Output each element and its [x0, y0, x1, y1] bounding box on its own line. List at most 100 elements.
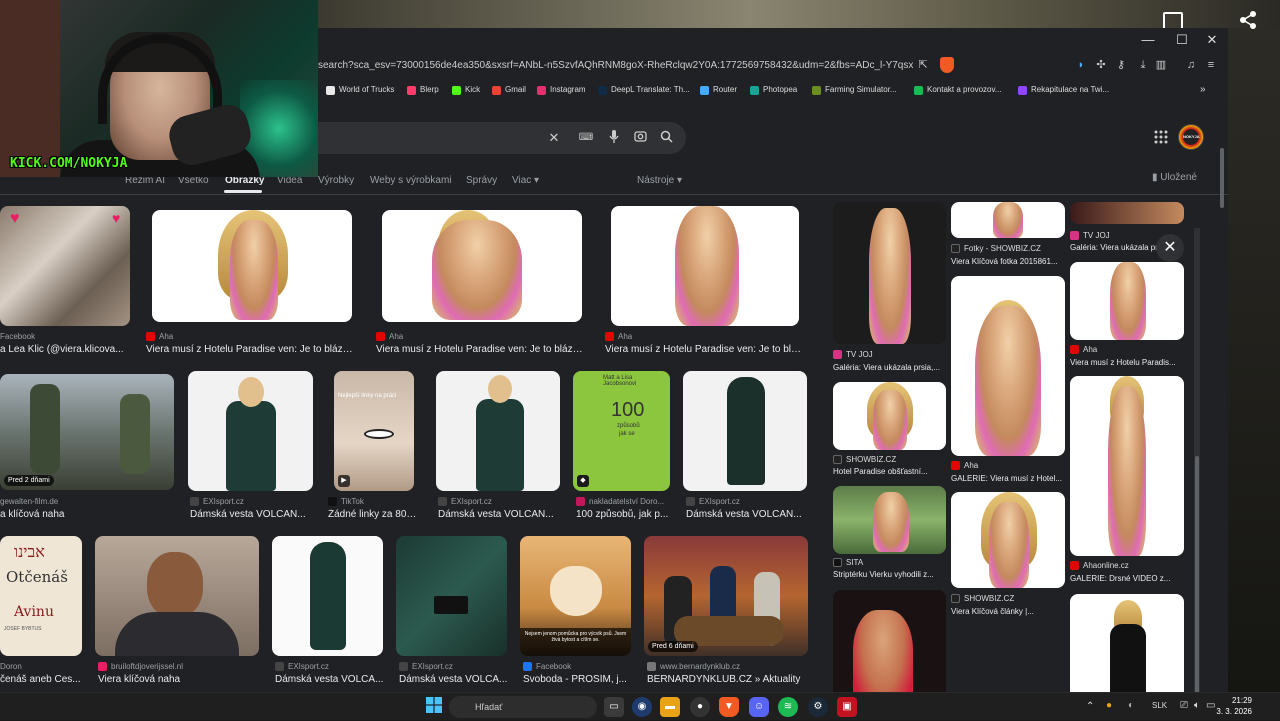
- page-scrollbar-thumb[interactable]: [1220, 148, 1224, 208]
- tab-more[interactable]: Viac ▾: [512, 174, 539, 188]
- menu-icon[interactable]: ≡: [1204, 58, 1218, 72]
- panel-image-2[interactable]: [833, 382, 946, 450]
- app-icon[interactable]: ◉: [632, 697, 652, 717]
- result-title[interactable]: 100 způsobů, jak p...: [576, 509, 672, 520]
- bookmark-deepl[interactable]: DeepL Translate: Th...: [598, 83, 690, 97]
- panel-image-9[interactable]: [1070, 262, 1184, 340]
- brave-browser-icon[interactable]: ▼: [719, 697, 739, 717]
- result-image-4[interactable]: [611, 206, 799, 326]
- share-page-icon[interactable]: ⇱: [916, 58, 930, 72]
- bookmark-kick[interactable]: Kick: [452, 83, 480, 97]
- result-title[interactable]: GALERIE: Drsné VIDEO z...: [1070, 574, 1184, 583]
- result-image-5[interactable]: Pred 2 dňami: [0, 374, 174, 490]
- result-title[interactable]: Viera musí z Hotelu Paradis...: [1070, 358, 1184, 367]
- result-image-6[interactable]: [188, 371, 313, 491]
- taskbar-search[interactable]: Hľadať: [449, 696, 597, 718]
- panel-image-10[interactable]: [1070, 376, 1184, 556]
- result-image-9[interactable]: Matt a Lisa Jacobsonovi 100 způsobů jak …: [573, 371, 670, 491]
- result-image-7[interactable]: Nejlepší linky na práci ▶: [334, 371, 414, 491]
- minimize-button[interactable]: —: [1136, 30, 1160, 50]
- bookmark-rekapitulace[interactable]: Rekapitulace na Twi...: [1018, 83, 1109, 97]
- result-title[interactable]: GALERIE: Viera musí z Hotel...: [951, 474, 1065, 483]
- result-image-13[interactable]: [272, 536, 383, 656]
- result-title[interactable]: Žádné linky za 800...: [328, 509, 420, 520]
- download-icon[interactable]: ⤓: [1136, 58, 1150, 72]
- share-icon[interactable]: [1238, 10, 1260, 32]
- task-view-icon[interactable]: ▭: [604, 697, 624, 717]
- result-title[interactable]: Dámská vesta VOLCAN...: [190, 509, 315, 520]
- extensions-icon[interactable]: ✣: [1094, 58, 1108, 72]
- tab-products[interactable]: Výrobky: [318, 174, 354, 188]
- result-image-3[interactable]: [382, 210, 582, 322]
- result-title[interactable]: Striptérku Vierku vyhodili z...: [833, 570, 946, 579]
- result-title[interactable]: Dámská vesta VOLCA...: [399, 674, 509, 685]
- more-bookmarks-icon[interactable]: »: [1200, 83, 1206, 97]
- clear-search-icon[interactable]: ✕: [546, 130, 562, 146]
- close-panel-button[interactable]: ✕: [1156, 234, 1184, 262]
- result-title[interactable]: Dámská vesta VOLCAN...: [438, 509, 562, 520]
- brave-shield-icon[interactable]: [940, 57, 954, 73]
- discord-icon[interactable]: ☺: [749, 697, 769, 717]
- result-image-10[interactable]: [683, 371, 807, 491]
- result-title[interactable]: Viera Klíčová fotka 2015861...: [951, 257, 1065, 266]
- close-window-button[interactable]: ✕: [1200, 30, 1224, 50]
- panel-image-3[interactable]: [833, 486, 946, 554]
- tools-button[interactable]: Nástroje ▾: [637, 174, 682, 188]
- keyboard-icon[interactable]: ⌨: [578, 130, 594, 146]
- page-scrollbar[interactable]: [1218, 128, 1226, 718]
- result-title[interactable]: Dámská vesta VOLCA...: [275, 674, 385, 685]
- maximize-button[interactable]: ☐: [1170, 30, 1194, 50]
- result-title[interactable]: Hotel Paradise obšťastní...: [833, 467, 946, 476]
- bookmark-gmail[interactable]: Gmail: [492, 83, 526, 97]
- steam-icon[interactable]: ⚙: [808, 697, 828, 717]
- language-indicator[interactable]: SLK: [1152, 701, 1167, 710]
- result-title[interactable]: čenáš aneb Ces...: [0, 674, 82, 685]
- bookmark-instagram[interactable]: Instagram: [537, 83, 586, 97]
- bookmark-world-of-trucks[interactable]: World of Trucks: [326, 83, 394, 97]
- battery-icon[interactable]: ▭: [1206, 700, 1215, 711]
- clock[interactable]: 21:29 3. 3. 2026: [1216, 695, 1252, 717]
- panel-image-6[interactable]: [951, 276, 1065, 456]
- tray-app-icon[interactable]: ◐: [1128, 700, 1134, 711]
- bookmark-router[interactable]: Router: [700, 83, 737, 97]
- result-image-1[interactable]: ♥ ♥: [0, 206, 130, 326]
- search-box[interactable]: ✕ ⌨: [290, 122, 686, 154]
- windows-start-icon[interactable]: [424, 697, 444, 717]
- file-explorer-icon[interactable]: ▬: [660, 697, 680, 717]
- volume-icon[interactable]: 🔈︎: [1194, 700, 1200, 711]
- panel-image-5[interactable]: [951, 202, 1065, 238]
- address-bar[interactable]: search?sca_esv=73000156de4ea350&sxsrf=AN…: [318, 52, 1228, 80]
- bookmark-farming-simulator[interactable]: Farming Simulator...: [812, 83, 897, 97]
- result-title[interactable]: a Lea Klic (@viera.klicova...: [0, 344, 130, 355]
- result-title[interactable]: Viera musí z Hotelu Paradise ven: Je to …: [146, 344, 358, 355]
- app-icon[interactable]: ▣: [837, 697, 857, 717]
- apps-icon[interactable]: [1154, 130, 1170, 146]
- result-title[interactable]: Viera musí z Hotelu Paradise ven: Je to …: [605, 344, 805, 355]
- bookmark-blerp[interactable]: Blerp: [407, 83, 439, 97]
- music-icon[interactable]: ♫: [1184, 58, 1198, 72]
- bookmark-photopea[interactable]: Photopea: [750, 83, 797, 97]
- tab-product-sites[interactable]: Weby s výrobkami: [370, 174, 452, 188]
- search-icon[interactable]: [658, 130, 674, 146]
- obs-icon[interactable]: ●: [690, 697, 710, 717]
- panel-image-8[interactable]: [1070, 202, 1184, 224]
- result-title[interactable]: a klíčová naha: [0, 509, 174, 520]
- network-icon[interactable]: ⎚: [1180, 700, 1188, 711]
- tray-overflow-icon[interactable]: ⌃: [1086, 701, 1094, 712]
- result-image-12[interactable]: [95, 536, 259, 656]
- result-image-11[interactable]: אבינו Otčenáš Avinu JOSEF BYBTUS: [0, 536, 82, 656]
- avatar[interactable]: NOKYJA: [1178, 124, 1204, 150]
- panel-image-7[interactable]: [951, 492, 1065, 588]
- result-image-15[interactable]: Nejsem jenom pomůcka pro výcvik psů. Jse…: [520, 536, 631, 656]
- result-title[interactable]: Viera klíčová naha: [98, 674, 262, 685]
- bookmark-kontakt[interactable]: Kontakt a provozov...: [914, 83, 1002, 97]
- result-image-16[interactable]: Pred 6 dňami: [644, 536, 808, 656]
- microphone-icon[interactable]: [606, 130, 622, 146]
- result-title[interactable]: Galéria: Viera ukázala prsia,...: [833, 363, 946, 372]
- result-title[interactable]: Svoboda - PROSÍM, j...: [523, 674, 633, 685]
- result-image-14[interactable]: [396, 536, 507, 656]
- lens-icon[interactable]: [632, 130, 648, 146]
- result-title[interactable]: Dámská vesta VOLCAN...: [686, 509, 810, 520]
- saved-button[interactable]: ▮ Uložené: [1152, 172, 1197, 183]
- result-image-2[interactable]: [152, 210, 352, 322]
